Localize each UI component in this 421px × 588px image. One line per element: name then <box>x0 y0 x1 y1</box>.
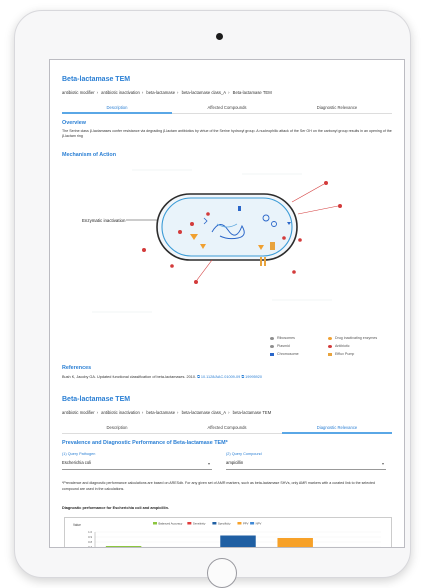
legend-label: Balanced Accuracy <box>159 521 183 525</box>
references-heading: References <box>62 365 92 371</box>
pathogen-select[interactable]: Escherichia coli ▾ <box>62 460 212 470</box>
breadcrumb-item[interactable]: beta-lactamase <box>146 90 175 95</box>
reference-text: Bush K, Jacoby GA. Updated functional cl… <box>62 375 197 379</box>
legend-swatch <box>153 522 157 525</box>
tab-diagnostic-relevance[interactable]: Diagnostic Relevance <box>282 105 392 110</box>
legend-item: Drug inactivating enzymes <box>328 336 377 340</box>
breadcrumb-item[interactable]: antibiotic modifier <box>62 90 95 95</box>
breadcrumb-item[interactable]: beta-lactamase TEM <box>233 410 272 415</box>
overview-heading: Overview <box>62 120 86 126</box>
tablet-frame: Beta-lactamase TEM antibiotic modifier › … <box>14 10 411 588</box>
legend-item: Plasmid <box>270 344 290 348</box>
performance-chart: Value1.00.90.80.70.60.50.40.30.20.10Bala… <box>64 517 392 548</box>
tab-description[interactable]: Description <box>62 425 172 430</box>
legend-item: Antibiotic <box>328 344 350 348</box>
compound-select[interactable]: ampicillin ▾ <box>226 460 386 470</box>
camera-icon <box>216 33 223 40</box>
legend-item: Efflux Pump <box>328 352 354 356</box>
chart-title: Diagnostic performance for Escherichia c… <box>62 506 169 510</box>
antibiotic-icon <box>190 222 194 226</box>
breadcrumb-item[interactable]: antibiotic modifier <box>62 410 95 415</box>
tab-affected-compounds[interactable]: Affected Compounds <box>172 425 282 430</box>
mechanism-diagram: Enzymatic inactivation <box>82 169 342 313</box>
active-tab-indicator <box>282 432 392 434</box>
legend-item: Ribosomes <box>270 336 295 340</box>
legend-label: Specificity <box>218 521 231 525</box>
chevron-down-icon: ▾ <box>207 461 210 466</box>
bar-ppv <box>277 538 313 547</box>
efflux-pump-icon <box>270 242 275 250</box>
external-link-icon: ⧉ <box>197 375 200 379</box>
y-axis-label: Value <box>73 523 81 527</box>
tab-affected-compounds[interactable]: Affected Compounds <box>172 105 282 110</box>
bar-balanced-accuracy <box>105 546 142 547</box>
doi-link[interactable]: ⧉ 10.1128/AAC.01009-09 <box>197 375 240 379</box>
legend-swatch <box>212 522 217 525</box>
breadcrumb-item[interactable]: beta-lactamase class_A <box>182 90 226 95</box>
prevalence-heading: Prevalence and Diagnostic Performance of… <box>62 440 228 446</box>
legend-label: Sensitivity <box>193 521 206 525</box>
screen: Beta-lactamase TEM antibiotic modifier › … <box>49 59 405 548</box>
performance-chart-svg: Value1.00.90.80.70.60.50.40.30.20.10Bala… <box>73 521 381 548</box>
legend-label: PPV <box>243 521 249 525</box>
tab-bar: Description Affected Compounds Diagnosti… <box>62 104 392 114</box>
page-title: Beta-lactamase TEM <box>62 76 131 83</box>
legend-label: NPV <box>256 521 262 525</box>
breadcrumb-item[interactable]: Beta-lactamase TEM <box>233 90 272 95</box>
y-tick-label: 0.8 <box>88 540 92 544</box>
breadcrumb-item[interactable]: antibiotic inactivation <box>101 410 140 415</box>
breadcrumb: antibiotic modifier › antibiotic inactiva… <box>62 90 272 95</box>
legend-swatch <box>250 522 255 525</box>
legend-swatch <box>187 522 192 525</box>
overview-text: The Serine class β-lactamases confer res… <box>62 129 392 138</box>
legend-item: Chromosome <box>270 352 299 356</box>
pathogen-label: (1) Query Pathogen <box>62 452 96 456</box>
breadcrumb-item[interactable]: beta-lactamase class_A <box>182 410 226 415</box>
mechanism-heading: Mechanism of Action <box>62 152 117 158</box>
active-tab-indicator <box>62 112 172 114</box>
external-link-icon: ⧉ <box>241 375 245 379</box>
efflux-pump-icon <box>260 257 262 266</box>
compound-label: (2) Query Compound <box>226 452 262 456</box>
tab-description[interactable]: Description <box>62 105 172 110</box>
bar-specificity <box>220 535 256 547</box>
tab-bar-2: Description Affected Compounds Diagnosti… <box>62 424 392 434</box>
pubmed-link[interactable]: ⧉ 19995920 <box>241 375 262 379</box>
breadcrumb-item[interactable]: antibiotic inactivation <box>101 90 140 95</box>
home-button[interactable] <box>207 558 237 588</box>
breadcrumb-2: antibiotic modifier › antibiotic inactiva… <box>62 410 272 415</box>
chevron-down-icon: ▾ <box>381 461 384 466</box>
y-tick-label: 1.0 <box>88 530 92 534</box>
y-tick-label: 0.9 <box>88 535 92 539</box>
second-page-title: Beta-lactamase TEM <box>62 396 131 403</box>
y-tick-label: 0.7 <box>88 545 92 548</box>
legend-swatch <box>237 522 242 525</box>
mechanism-label: Enzymatic inactivation <box>82 218 126 223</box>
calculation-note: *Prevalence and diagnostic performance c… <box>62 481 376 491</box>
reference-entry: Bush K, Jacoby GA. Updated functional cl… <box>62 375 262 379</box>
tab-diagnostic-relevance[interactable]: Diagnostic Relevance <box>282 425 392 430</box>
breadcrumb-item[interactable]: beta-lactamase <box>146 410 175 415</box>
